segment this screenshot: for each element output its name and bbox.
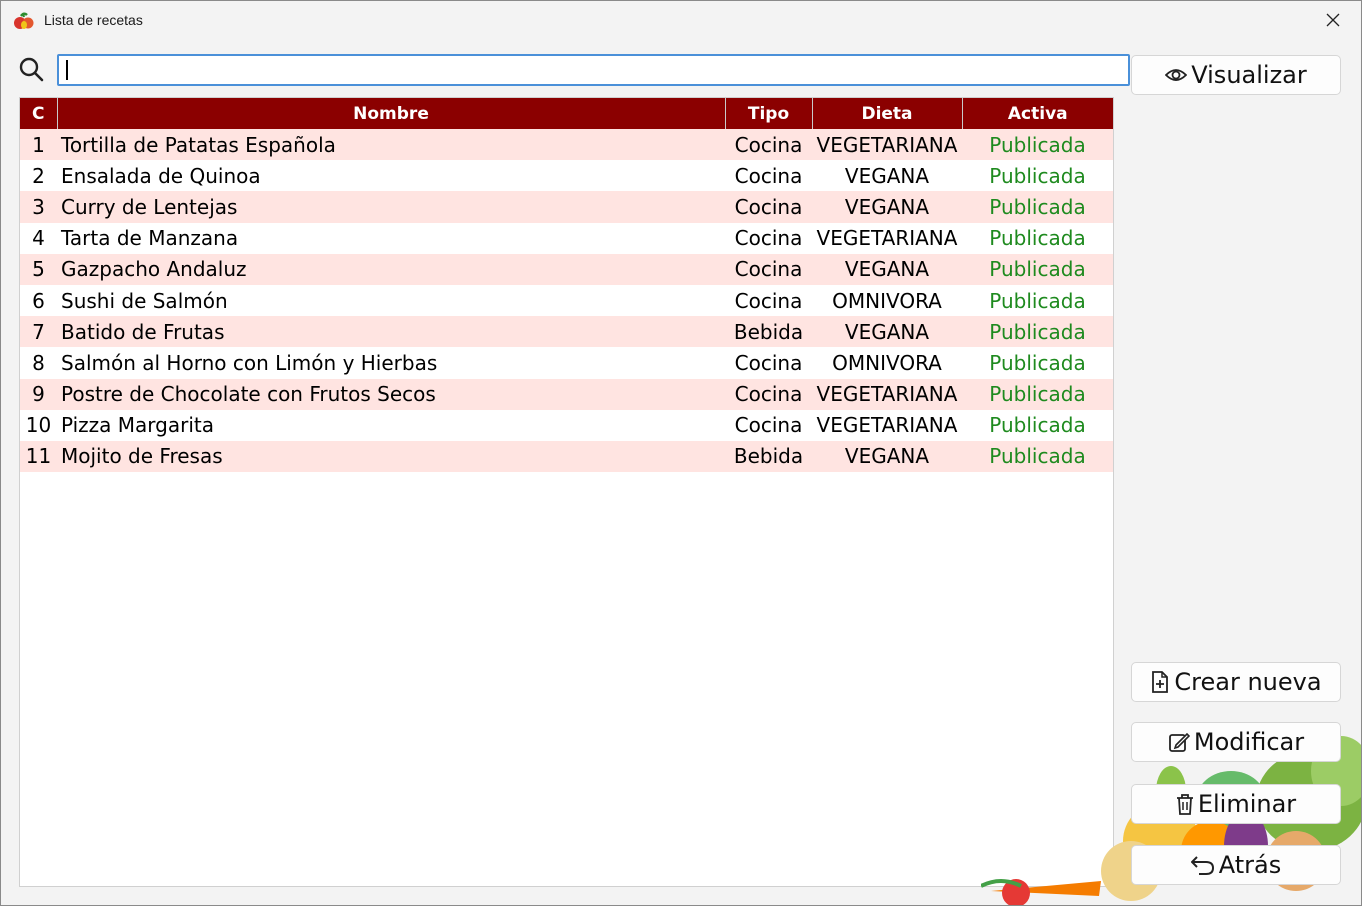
cell-c: 11 (20, 440, 57, 473)
table-row[interactable]: 4 Tarta de Manzana Cocina VEGETARIANA Public… (20, 222, 1113, 254)
eliminar-button[interactable]: Eliminar (1131, 784, 1341, 824)
cell-c: 7 (20, 316, 57, 348)
cell-dieta: VEGANA (812, 191, 962, 223)
cell-tipo: Cocina (725, 160, 812, 192)
cell-activa: Publicada (962, 129, 1113, 161)
column-header-activa[interactable]: Activa (962, 98, 1113, 129)
cell-c: 9 (20, 378, 57, 410)
table-row[interactable]: 5 Gazpacho Andaluz Cocina VEGANA Publicada (20, 253, 1113, 285)
cell-activa: Publicada (962, 253, 1113, 285)
cell-c: 6 (20, 284, 57, 317)
cell-activa: Publicada (962, 316, 1113, 348)
cell-tipo: Bebida (725, 316, 812, 348)
cell-nombre: Tarta de Manzana (57, 222, 725, 254)
column-header-tipo[interactable]: Tipo (725, 98, 813, 129)
table-row[interactable]: 7 Batido de Frutas Bebida VEGANA Publicada (20, 316, 1113, 348)
trash-icon (1176, 794, 1193, 815)
cell-tipo: Cocina (725, 191, 812, 223)
window-title: Lista de recetas (44, 12, 143, 28)
cell-activa: Publicada (962, 378, 1113, 410)
close-button[interactable] (1311, 1, 1355, 39)
cell-dieta: OMNIVORA (812, 284, 962, 317)
cell-dieta: VEGETARIANA (812, 409, 962, 441)
search-icon (19, 57, 44, 82)
visualizar-label: Visualizar (1191, 61, 1307, 89)
cell-nombre: Sushi de Salmón (57, 284, 725, 317)
cell-nombre: Mojito de Fresas (57, 440, 725, 473)
cell-nombre: Batido de Frutas (57, 316, 725, 348)
column-header-dieta[interactable]: Dieta (812, 98, 963, 129)
cell-dieta: VEGANA (812, 253, 962, 285)
cell-tipo: Cocina (725, 284, 812, 317)
table-row[interactable]: 6 Sushi de Salmón Cocina OMNIVORA Publicada (20, 284, 1113, 317)
table-row[interactable]: 10 Pizza Margarita Cocina VEGETARIANA Public… (20, 409, 1113, 441)
cell-activa: Publicada (962, 160, 1113, 192)
crear-nueva-button[interactable]: Crear nueva (1131, 662, 1341, 702)
cell-c: 10 (20, 409, 57, 441)
cell-nombre: Curry de Lentejas (57, 191, 725, 223)
undo-arrow-icon (1190, 856, 1214, 875)
cell-tipo: Bebida (725, 440, 812, 473)
column-header-nombre[interactable]: Nombre (57, 98, 726, 129)
cell-c: 5 (20, 253, 57, 285)
cell-activa: Publicada (962, 440, 1113, 473)
atras-label: Atrás (1218, 851, 1282, 879)
cell-c: 2 (20, 160, 57, 192)
cell-dieta: OMNIVORA (812, 347, 962, 379)
column-header-c[interactable]: C (20, 98, 58, 129)
cell-nombre: Gazpacho Andaluz (57, 253, 725, 285)
table-row[interactable]: 1 Tortilla de Patatas Española Cocina VEGET… (20, 129, 1113, 161)
cell-activa: Publicada (962, 191, 1113, 223)
cell-tipo: Cocina (725, 222, 812, 254)
eliminar-label: Eliminar (1197, 790, 1297, 818)
cell-activa: Publicada (962, 222, 1113, 254)
crear-nueva-label: Crear nueva (1174, 668, 1322, 696)
cell-c: 4 (20, 222, 57, 254)
table-row[interactable]: 8 Salmón al Horno con Limón y Hierbas Coci… (20, 347, 1113, 379)
app-vegetables-icon (14, 12, 34, 29)
cell-dieta: VEGANA (812, 440, 962, 473)
cell-dieta: VEGETARIANA (812, 378, 962, 410)
visualizar-button[interactable]: Visualizar (1131, 55, 1341, 95)
table-header-row: C Nombre Tipo Dieta Activa (20, 98, 1113, 129)
atras-button[interactable]: Atrás (1131, 845, 1341, 885)
table-row[interactable]: 3 Curry de Lentejas Cocina VEGANA Publicada (20, 191, 1113, 223)
cell-activa: Publicada (962, 284, 1113, 317)
cell-activa: Publicada (962, 409, 1113, 441)
edit-icon (1169, 732, 1190, 752)
cell-nombre: Postre de Chocolate con Frutos Secos (57, 378, 725, 410)
cell-nombre: Tortilla de Patatas Española (57, 129, 725, 161)
cell-tipo: Cocina (725, 347, 812, 379)
title-bar: Lista de recetas (1, 1, 1361, 41)
cell-activa: Publicada (962, 347, 1113, 379)
cell-tipo: Cocina (725, 378, 812, 410)
cell-nombre: Salmón al Horno con Limón y Hierbas (57, 347, 725, 379)
close-icon (1326, 13, 1340, 27)
table-row[interactable]: 9 Postre de Chocolate con Frutos Secos Coc… (20, 378, 1113, 410)
main-window: Lista de recetas C Nombre Tipo Dieta Act… (0, 0, 1362, 906)
eye-icon (1165, 69, 1188, 81)
text-caret (66, 60, 68, 80)
modificar-label: Modificar (1193, 728, 1305, 756)
cell-dieta: VEGETARIANA (812, 222, 962, 254)
new-file-icon (1152, 671, 1169, 693)
cell-c: 3 (20, 191, 57, 223)
cell-c: 1 (20, 129, 57, 161)
cell-dieta: VEGANA (812, 160, 962, 192)
search-input[interactable] (57, 54, 1130, 86)
cell-c: 8 (20, 347, 57, 379)
cell-nombre: Pizza Margarita (57, 409, 725, 441)
table-row[interactable]: 2 Ensalada de Quinoa Cocina VEGANA Publicada (20, 160, 1113, 192)
cell-tipo: Cocina (725, 129, 812, 161)
cell-tipo: Cocina (725, 409, 812, 441)
cell-nombre: Ensalada de Quinoa (57, 160, 725, 192)
cell-dieta: VEGETARIANA (812, 129, 962, 161)
cell-dieta: VEGANA (812, 316, 962, 348)
recipes-table[interactable]: C Nombre Tipo Dieta Activa 1 Tortilla de … (19, 97, 1114, 887)
cell-tipo: Cocina (725, 253, 812, 285)
table-row[interactable]: 11 Mojito de Fresas Bebida VEGANA Publicada (20, 440, 1113, 473)
modificar-button[interactable]: Modificar (1131, 722, 1341, 762)
